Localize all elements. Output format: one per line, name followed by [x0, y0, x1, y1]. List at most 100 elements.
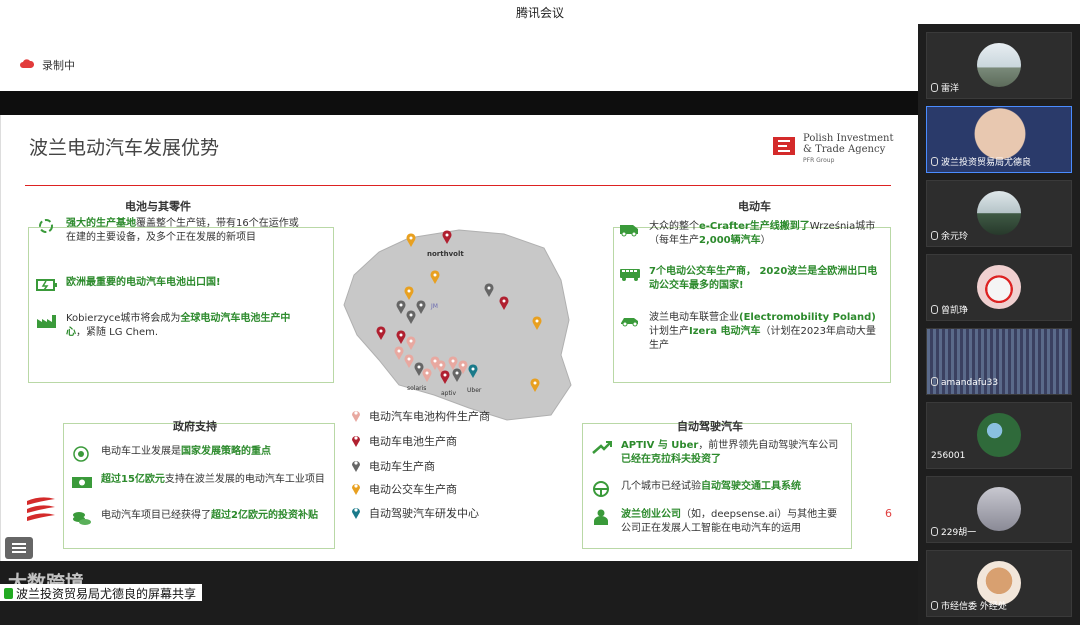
government-item-3: 电动汽车项目已经获得了超过2亿欧元的投资补贴 [71, 509, 333, 539]
map-pin-dot [535, 319, 539, 323]
paih-corner-logo-icon [27, 497, 55, 521]
map-label-northvolt: northvolt [427, 250, 464, 258]
participant-name-text: amandafu33 [941, 378, 999, 388]
vehicles-item-2-text: 7个电动公交车生产商， 2020波兰是全欧洲出口电动公交车最多的国家! [649, 265, 885, 293]
participant-tile[interactable]: 余元玲 [926, 180, 1072, 247]
map-pin-dot [502, 299, 506, 303]
mic-icon [4, 588, 13, 599]
highlight-text: 强大的生产基地 [66, 218, 136, 229]
mic-icon [931, 231, 938, 240]
participant-name: 雷洋 [931, 81, 959, 95]
paih-logo: Polish Investment & Trade Agency PFR Gro… [773, 133, 903, 167]
vehicles-item-3-text: 波兰电动车联营企业(Electromobility Poland) 计划生产Ize… [649, 311, 885, 353]
map-pin-dot [407, 289, 411, 293]
participant-name-text: 雷洋 [941, 84, 960, 94]
participant-name: 曾凯琤 [931, 303, 968, 317]
map-pin-dot [445, 233, 449, 237]
map-pin-dot [533, 381, 537, 385]
map-pin-icon [352, 508, 360, 519]
participant-name-text: 余元玲 [941, 232, 969, 242]
participant-name: 波兰投资贸易局尤德良 [931, 155, 1031, 169]
highlight-text: 波兰创业公司 [621, 509, 681, 520]
money-icon [72, 477, 92, 488]
cloud-record-icon [20, 59, 34, 68]
meeting-window: 腾讯会议 录制中 波兰电动汽车发展优势 Polish Investment & … [0, 0, 1080, 625]
logo-line-1: Polish Investment [803, 133, 894, 144]
battery-item-2: 欧洲最重要的电动汽车电池出口国! [36, 276, 304, 292]
highlight-text: 欧洲最重要的电动汽车电池出口国! [66, 277, 221, 288]
map-label-uber: Uber [467, 387, 482, 394]
participant-name-text: 229胡一 [941, 528, 977, 538]
person-icon [594, 509, 608, 525]
participant-tile[interactable]: 256001 [926, 402, 1072, 469]
participant-avatar [977, 487, 1021, 531]
participant-name-text: 波兰投资贸易局尤德良 [941, 158, 1032, 168]
participant-name: 余元玲 [931, 229, 968, 243]
map-pin-dot [433, 273, 437, 277]
participant-tile[interactable]: amandafu33 [926, 328, 1072, 395]
van-icon [620, 225, 638, 237]
body-text: 电动汽车项目已经获得了 [101, 510, 211, 521]
body-text: 波兰电动车联营企业 [649, 312, 739, 323]
government-item-3-text: 电动汽车项目已经获得了超过2亿欧元的投资补贴 [101, 509, 333, 523]
map-pin-dot [461, 363, 465, 367]
vehicles-heading: 电动车 [738, 200, 771, 213]
mic-icon [931, 157, 938, 166]
legend-label: 电动公交车生产商 [369, 483, 457, 496]
presentation-slide: 波兰电动汽车发展优势 Polish Investment & Trade Age… [0, 115, 918, 561]
poland-map: northvolt solaris JM Uber aptiv [343, 229, 572, 421]
legend-label: 电动车电池生产商 [369, 435, 457, 448]
battery-item-2-text: 欧洲最重要的电动汽车电池出口国! [66, 276, 304, 290]
body-text: ） [760, 235, 771, 246]
government-item-1: 电动车工业发展是国家发展策略的重点 [71, 445, 333, 462]
participant-avatar [977, 413, 1021, 457]
autonomous-item-1: APTIV 与 Uber，前世界领先自动驾驶汽车公司已经在克拉科夫投资了 [591, 439, 847, 469]
mic-icon [931, 527, 938, 536]
highlight-text: 超过15亿欧元 [101, 474, 165, 485]
vehicles-item-2: 7个电动公交车生产商， 2020波兰是全欧洲出口电动公交车最多的国家! [619, 265, 885, 295]
participant-tile[interactable]: 曾凯琤 [926, 254, 1072, 321]
window-title: 腾讯会议 [515, 6, 564, 20]
map-pin-dot [419, 303, 423, 307]
shared-screen-area: 录制中 波兰电动汽车发展优势 Polish Investment & Trade… [0, 24, 918, 625]
autonomous-item-3: 波兰创业公司（如，deepsense.ai）与其他主要公司正在发展人工智能在电动… [591, 508, 847, 552]
participant-name-text: 曾凯琤 [941, 306, 969, 316]
participant-tile[interactable]: 市经信委 外经处 [926, 550, 1072, 617]
map-pin-dot [451, 359, 455, 363]
highlight-text: 7个电动公交车生产商， 2020波兰是全欧洲出口电动公交车最多的国家! [649, 266, 878, 291]
map-label-jm: JM [430, 303, 438, 310]
vehicles-item-1: 大众的整个e-Crafter生产线搬到了Września城市（每年生产2,000… [619, 220, 885, 250]
autonomous-item-2-text: 几个城市已经试验自动驾驶交通工具系统 [621, 480, 847, 494]
map-pin-icon [352, 436, 360, 447]
participants-panel[interactable]: 雷洋波兰投资贸易局尤德良 余元玲曾凯琤 amandafu33 256001 229胡一市… [918, 24, 1080, 625]
map-pin-dot [487, 286, 491, 290]
body-text: 大众的整个 [649, 221, 699, 232]
recording-status[interactable]: 录制中 [42, 57, 75, 73]
map-pin-dot [407, 357, 411, 361]
vehicles-item-1-text: 大众的整个e-Crafter生产线搬到了Września城市（每年生产2,000… [649, 220, 885, 248]
government-item-2-text: 超过15亿欧元支持在波兰发展的电动汽车工业项目 [101, 473, 333, 487]
participant-name: amandafu33 [931, 377, 998, 391]
map-pin-dot [409, 236, 413, 240]
screen-share-label-text: 波兰投资贸易局尤德良的屏幕共享 [16, 587, 197, 601]
title-divider [25, 185, 891, 186]
map-pin-dot [417, 365, 421, 369]
body-text: 几个城市已经试验 [621, 481, 701, 492]
slide-menu-button[interactable] [5, 537, 33, 559]
participant-avatar [977, 43, 1021, 87]
trend-arrow-icon [592, 441, 612, 454]
participant-tile[interactable]: 波兰投资贸易局尤德良 [926, 106, 1072, 173]
participant-tile[interactable]: 229胡一 [926, 476, 1072, 543]
map-pin-icon [352, 484, 360, 495]
body-text: 计划生产 [649, 326, 689, 337]
mic-icon [931, 377, 938, 386]
body-text: ，前世界领先自动驾驶汽车公司 [698, 440, 839, 451]
map-pin-dot [409, 313, 413, 317]
slide-title: 波兰电动汽车发展优势 [29, 137, 220, 159]
battery-item-3: Kobierzyce城市将会成为全球电动汽车电池生产中心，紧随 LG Chem. [36, 312, 304, 342]
map-label-aptiv: aptiv [441, 390, 457, 397]
participant-name-text: 市经信委 外经处 [941, 602, 1007, 612]
body-text: Kobierzyce城市将会成为 [66, 313, 181, 324]
highlight-text: 自动驾驶交通工具系统 [701, 481, 801, 492]
participant-tile[interactable]: 雷洋 [926, 32, 1072, 99]
